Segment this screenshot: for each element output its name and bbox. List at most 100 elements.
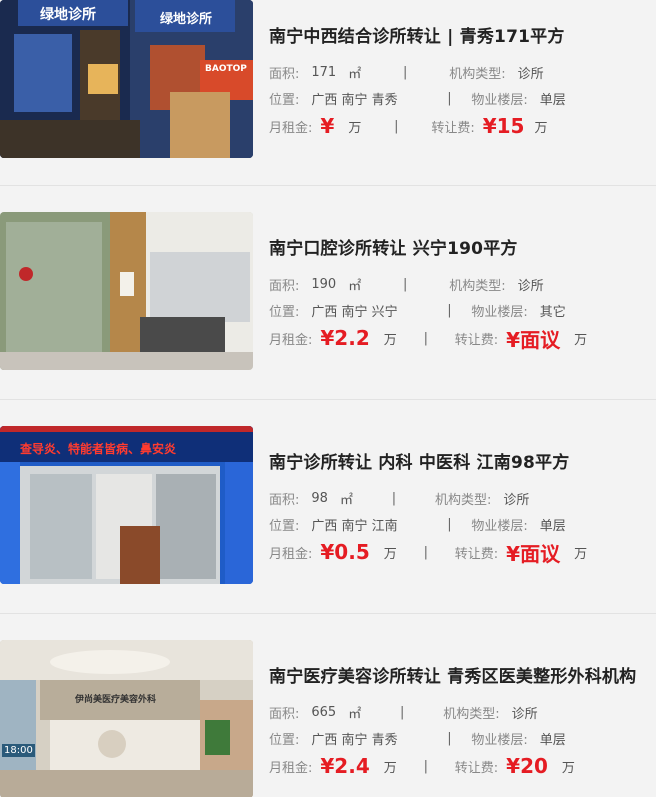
area-value: 171	[311, 64, 337, 80]
area-row: 面积: 665 ㎡ | 机构类型: 诊所	[269, 699, 636, 725]
fee-value: ¥15	[482, 114, 525, 138]
floor-label: 物业楼层:	[471, 304, 528, 320]
location-value: 广西 南宁 江南	[311, 518, 398, 534]
area-label: 面积:	[269, 706, 300, 722]
area-value: 190	[311, 276, 337, 292]
price-row: 月租金: ¥ 万 | 转让费: ¥15 万	[269, 111, 566, 141]
sign-text: BAOTOP	[205, 64, 247, 74]
separator: |	[394, 118, 399, 134]
divider	[0, 399, 656, 400]
area-value: 665	[311, 704, 337, 720]
type-label: 机构类型:	[449, 66, 506, 82]
listing-title[interactable]: 南宁口腔诊所转让 兴宁190平方	[269, 234, 587, 259]
type-label: 机构类型:	[449, 278, 506, 294]
rent-value: ¥0.5	[320, 540, 370, 564]
fee-value: ¥面议	[506, 541, 561, 566]
listing-info: 南宁医疗美容诊所转让 青秀区医美整形外科机构 面积: 665 ㎡ | 机构类型:…	[253, 640, 636, 797]
area-row: 面积: 190 ㎡ | 机构类型: 诊所	[269, 271, 587, 297]
location-row: 位置: 广西 南宁 兴宁 | 物业楼层: 其它	[269, 297, 587, 323]
area-unit: ㎡	[348, 278, 362, 294]
price-row: 月租金: ¥2.4 万 | 转让费: ¥20 万	[269, 751, 636, 781]
type-label: 机构类型:	[434, 492, 492, 508]
type-value: 诊所	[503, 492, 530, 508]
sign-text: 绿地诊所	[160, 12, 213, 27]
area-unit: ㎡	[339, 492, 353, 508]
separator: |	[391, 490, 397, 506]
location-row: 位置: 广西 南宁 青秀 | 物业楼层: 单层	[269, 725, 636, 751]
price-row: 月租金: ¥2.2 万 | 转让费: ¥面议 万	[269, 323, 587, 353]
fee-value: ¥20	[506, 754, 548, 778]
fee-label: 转让费:	[454, 760, 499, 776]
listing-card[interactable]: 绿地诊所 绿地诊所 BAOTOP 南宁中西结合诊所转让 | 青秀171平方 面积…	[0, 0, 656, 158]
separator: |	[447, 516, 452, 532]
separator: |	[400, 704, 405, 720]
location-value: 广西 南宁 青秀	[311, 92, 398, 108]
type-label: 机构类型:	[443, 706, 500, 722]
separator: |	[403, 276, 408, 292]
fee-unit: 万	[534, 120, 548, 136]
area-label: 面积:	[269, 492, 300, 508]
rent-value: ¥	[320, 114, 335, 138]
location-value: 广西 南宁 兴宁	[311, 304, 398, 320]
listing-card[interactable]: 查导炎、特能者皆病、鼻安炎 南宁诊所转让 内科 中医科 江南98平方 面积: 9…	[0, 426, 656, 584]
type-value: 诊所	[517, 66, 544, 82]
location-label: 位置:	[269, 518, 300, 534]
rent-value: ¥2.4	[320, 754, 370, 778]
rent-unit: 万	[383, 332, 397, 348]
separator: |	[447, 90, 452, 106]
location-value: 广西 南宁 青秀	[311, 732, 398, 748]
listing-info: 南宁诊所转让 内科 中医科 江南98平方 面积: 98 ㎡ | 机构类型: 诊所…	[253, 426, 587, 584]
rent-unit: 万	[383, 760, 397, 776]
separator: |	[423, 758, 428, 774]
area-row: 面积: 98 ㎡ | 机构类型: 诊所	[269, 485, 587, 511]
type-value: 诊所	[511, 706, 538, 722]
fee-label: 转让费:	[431, 120, 475, 136]
location-row: 位置: 广西 南宁 青秀 | 物业楼层: 单层	[269, 85, 566, 111]
fee-value: ¥面议	[506, 327, 561, 352]
listing-photo[interactable]	[0, 212, 253, 370]
floor-label: 物业楼层:	[471, 732, 528, 748]
area-value: 98	[311, 490, 328, 506]
floor-value: 单层	[539, 92, 566, 108]
rent-label: 月租金:	[269, 546, 313, 562]
divider	[0, 613, 656, 614]
listing-info: 南宁中西结合诊所转让 | 青秀171平方 面积: 171 ㎡ | 机构类型: 诊…	[253, 0, 566, 158]
location-row: 位置: 广西 南宁 江南 | 物业楼层: 单层	[269, 511, 587, 537]
listing-title[interactable]: 南宁中西结合诊所转让 | 青秀171平方	[269, 22, 566, 47]
floor-label: 物业楼层:	[471, 92, 528, 108]
divider	[0, 185, 656, 186]
listing-card[interactable]: 南宁口腔诊所转让 兴宁190平方 面积: 190 ㎡ | 机构类型: 诊所 位置…	[0, 212, 656, 370]
listing-info: 南宁口腔诊所转让 兴宁190平方 面积: 190 ㎡ | 机构类型: 诊所 位置…	[253, 212, 587, 370]
area-label: 面积:	[269, 66, 300, 82]
rent-unit: 万	[348, 120, 362, 136]
separator: |	[447, 730, 452, 746]
separator: |	[403, 64, 408, 80]
listing-title[interactable]: 南宁诊所转让 内科 中医科 江南98平方	[269, 448, 587, 473]
listing-title[interactable]: 南宁医疗美容诊所转让 青秀区医美整形外科机构	[269, 662, 636, 687]
fee-unit: 万	[561, 760, 575, 776]
fee-label: 转让费:	[454, 546, 499, 562]
listing-card[interactable]: 伊尚美医疗美容外科 18:00 南宁医疗美容诊所转让 青秀区医美整形外科机构 面…	[0, 640, 656, 797]
listing-photo[interactable]: 查导炎、特能者皆病、鼻安炎	[0, 426, 253, 584]
rent-value: ¥2.2	[320, 326, 370, 350]
area-row: 面积: 171 ㎡ | 机构类型: 诊所	[269, 59, 566, 85]
rent-unit: 万	[383, 546, 397, 562]
area-unit: ㎡	[348, 706, 362, 722]
price-row: 月租金: ¥0.5 万 | 转让费: ¥面议 万	[269, 537, 587, 567]
rent-label: 月租金:	[269, 760, 313, 776]
floor-value: 单层	[539, 732, 566, 748]
rent-label: 月租金:	[269, 332, 313, 348]
led-sign-text: 查导炎、特能者皆病、鼻安炎	[20, 442, 177, 456]
fee-unit: 万	[574, 332, 588, 348]
listing-photo[interactable]: 伊尚美医疗美容外科 18:00	[0, 640, 253, 797]
clinic-sign-text: 伊尚美医疗美容外科	[75, 695, 157, 705]
type-value: 诊所	[517, 278, 544, 294]
listing-photo[interactable]: 绿地诊所 绿地诊所 BAOTOP	[0, 0, 253, 158]
location-label: 位置:	[269, 732, 300, 748]
clock-display: 18:00	[2, 744, 35, 757]
separator: |	[423, 544, 428, 560]
area-unit: ㎡	[348, 66, 362, 82]
location-label: 位置:	[269, 92, 300, 108]
separator: |	[447, 302, 452, 318]
floor-value: 其它	[539, 304, 566, 320]
